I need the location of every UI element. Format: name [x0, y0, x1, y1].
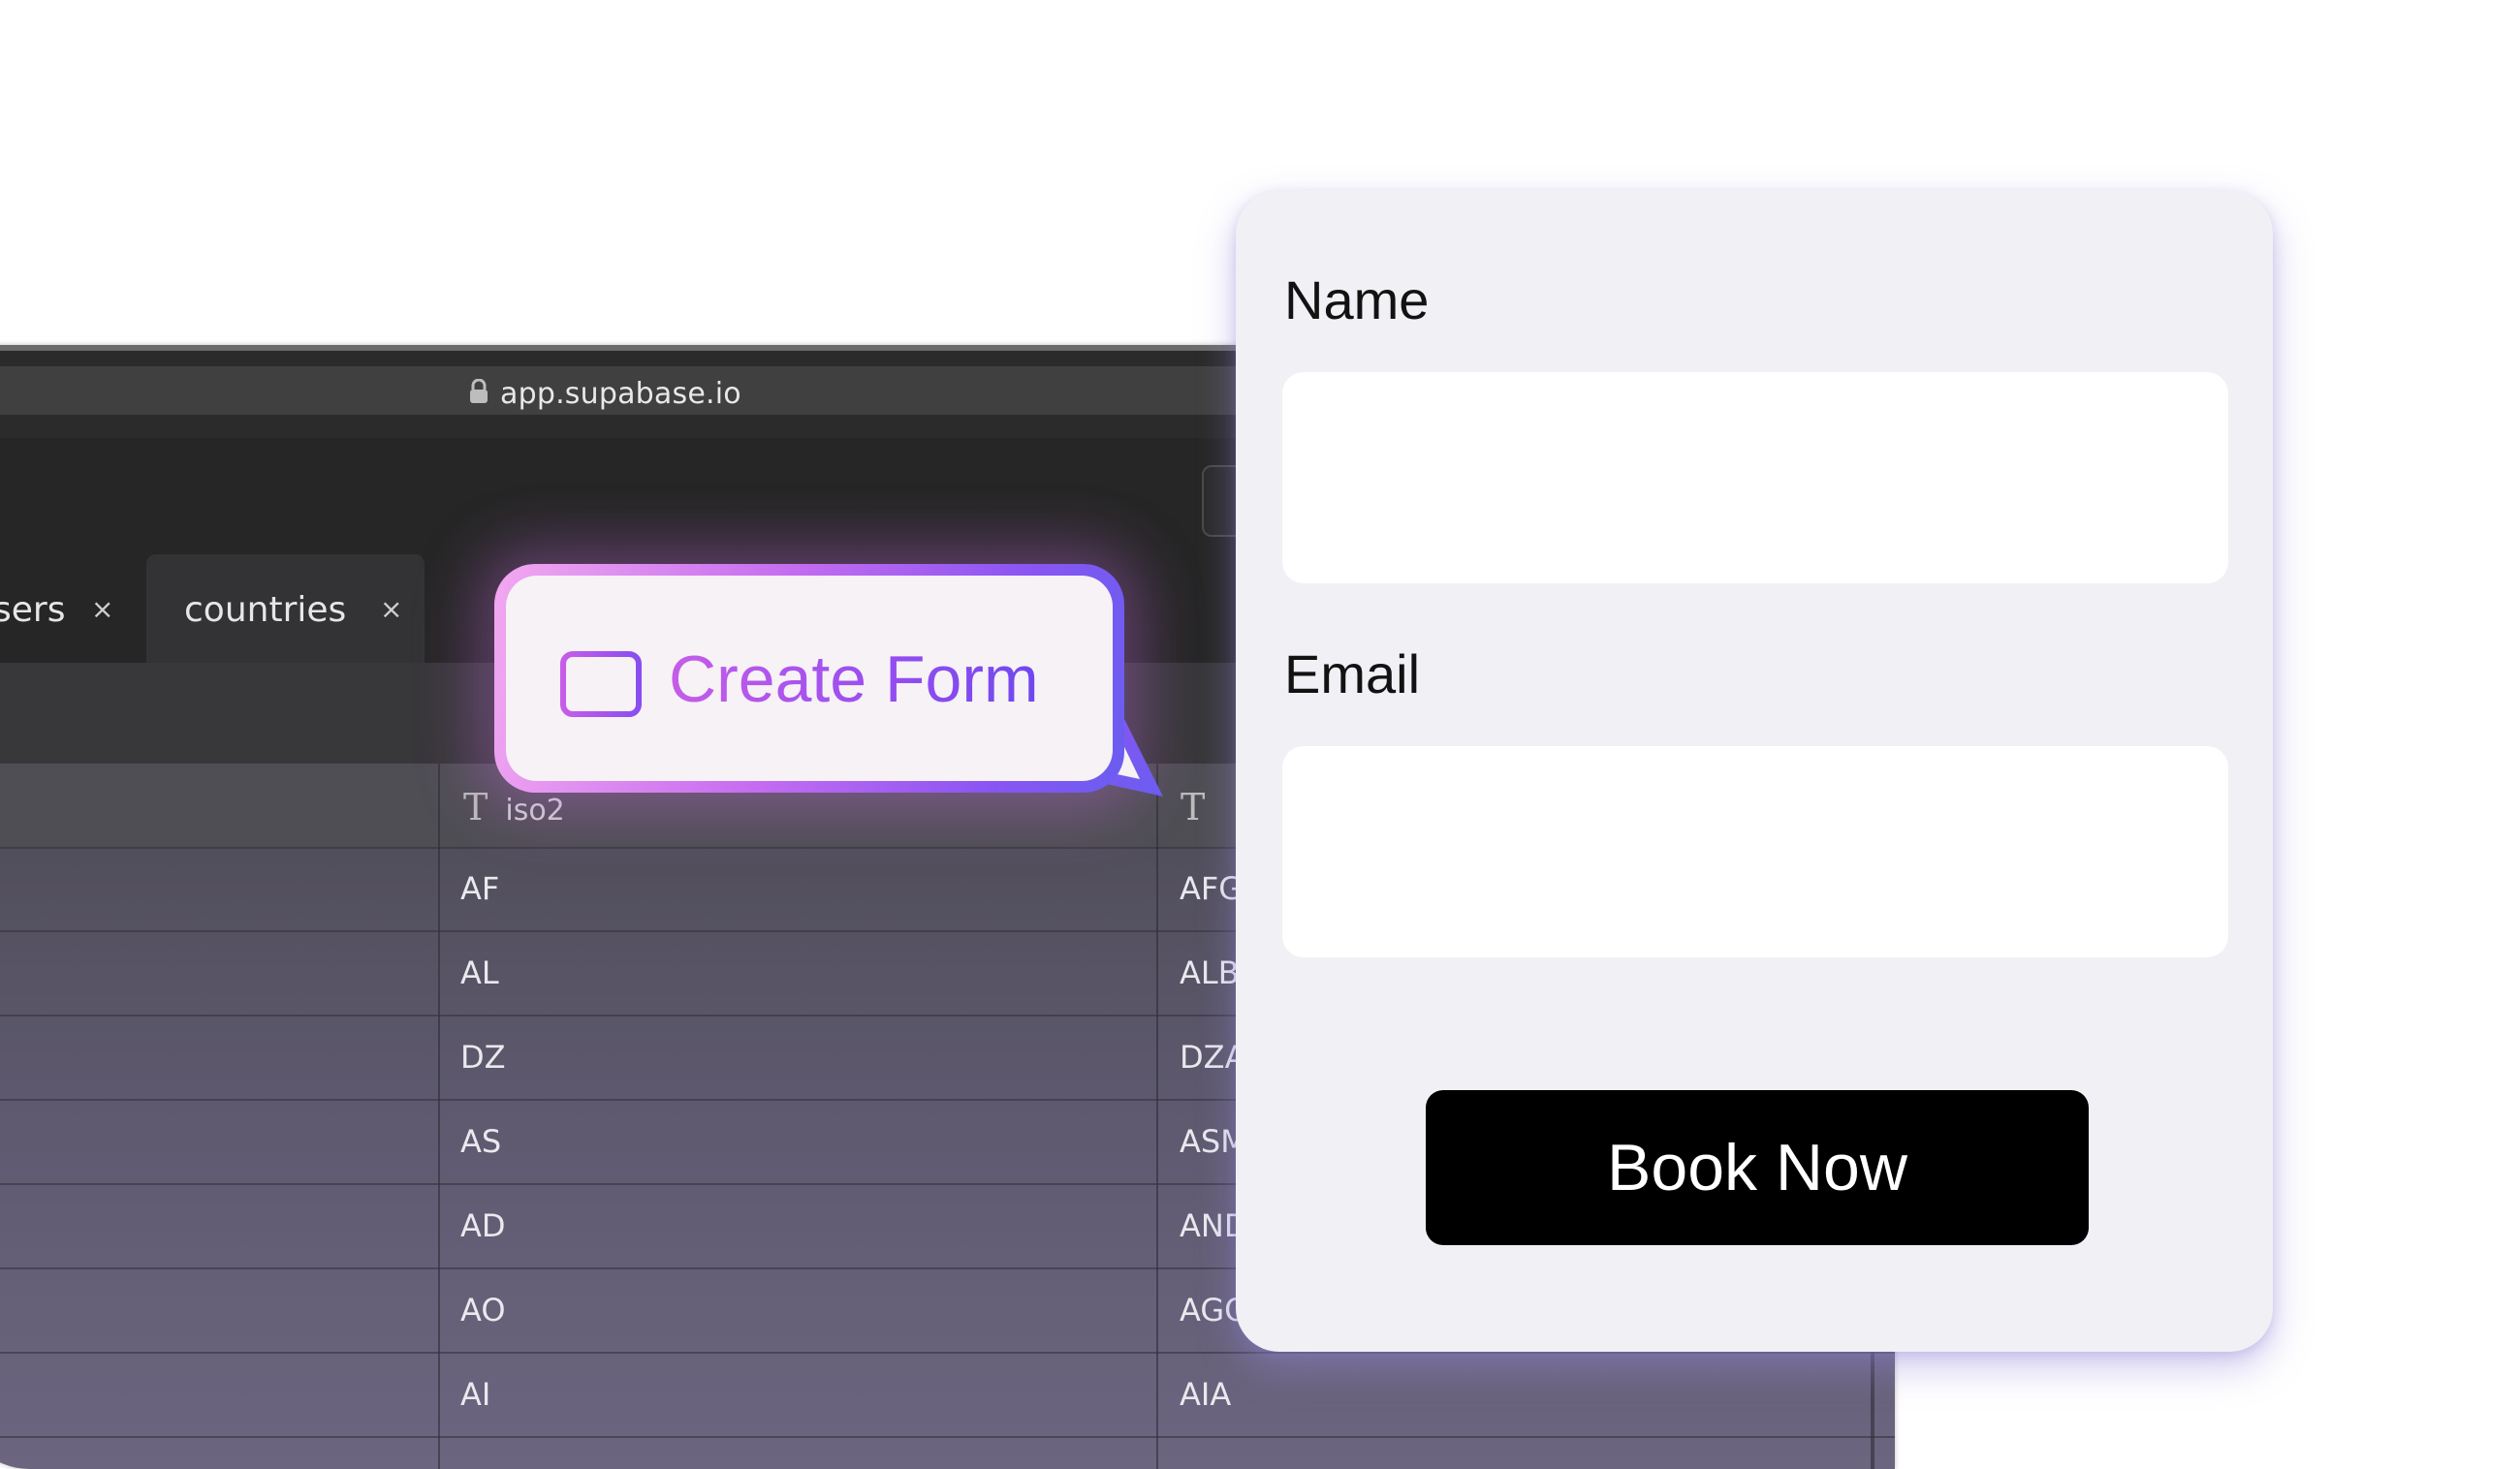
tab-users[interactable]: sers ×	[0, 554, 113, 663]
email-input[interactable]	[1282, 746, 2228, 957]
cell-iso2: AI	[460, 1376, 491, 1413]
table-icon	[560, 651, 642, 717]
tab-countries[interactable]: countries ×	[146, 554, 425, 663]
create-form-callout[interactable]: Create Form	[494, 564, 1163, 797]
book-now-button[interactable]: Book Now	[1426, 1090, 2089, 1245]
cell-iso3: AIA	[1180, 1376, 1232, 1413]
column-header-iso3[interactable]: T	[1181, 786, 1222, 828]
cell-iso3: AFG	[1180, 870, 1244, 907]
cell-iso3: ALB	[1180, 954, 1240, 991]
column-name: iso2	[505, 794, 565, 828]
create-form-label: Create Form	[669, 642, 1039, 716]
tab-label: countries	[184, 590, 347, 630]
cell-iso2: AO	[460, 1292, 506, 1328]
tab-label: sers	[0, 590, 66, 630]
table-row[interactable]: AI AIA	[0, 1353, 1895, 1438]
name-label: Name	[1284, 269, 1430, 330]
text-type-icon: T	[1181, 786, 1206, 828]
cell-iso2: DZ	[460, 1039, 506, 1076]
cell-iso2: AD	[460, 1207, 506, 1244]
email-label: Email	[1284, 643, 1421, 704]
cell-iso2: AF	[460, 870, 500, 907]
text-type-icon: T	[463, 786, 488, 828]
url-text: app.supabase.io	[500, 377, 741, 411]
cell-iso2: AS	[460, 1123, 502, 1160]
cell-iso2: AL	[460, 954, 499, 991]
close-icon[interactable]: ×	[91, 593, 113, 625]
booking-form: Name Email Book Now	[1236, 191, 2273, 1352]
name-input[interactable]	[1282, 372, 2228, 583]
close-icon[interactable]: ×	[380, 593, 402, 625]
lock-icon	[470, 379, 488, 403]
